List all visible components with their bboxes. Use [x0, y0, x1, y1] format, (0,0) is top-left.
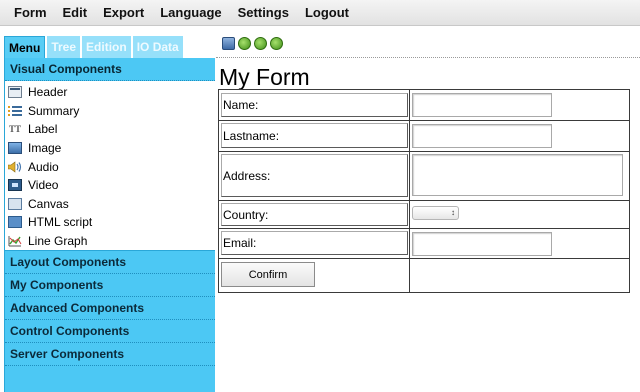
tab-tree[interactable]: Tree	[47, 36, 81, 58]
name-label: Name:	[221, 93, 408, 117]
component-label: Canvas	[28, 196, 69, 211]
left-panel-tabs: Menu Tree Edition IO Data	[4, 36, 185, 58]
image-icon	[8, 142, 22, 155]
email-label: Email:	[221, 231, 408, 255]
form-canvas: Name: Lastname: Address: Country: ↕ Emai…	[218, 89, 630, 293]
address-label: Address:	[221, 154, 408, 197]
row-divider	[219, 151, 629, 152]
component-audio[interactable]: Audio	[7, 157, 215, 176]
row-divider	[219, 258, 629, 259]
toolbar-divider	[216, 57, 640, 58]
section-server-components[interactable]: Server Components	[5, 343, 215, 367]
form-title: My Form	[219, 64, 310, 90]
component-label: Summary	[28, 103, 80, 118]
lastname-label: Lastname:	[221, 123, 408, 148]
component-image[interactable]: Image	[8, 139, 215, 158]
name-field[interactable]	[412, 93, 552, 117]
menu-export[interactable]: Export	[95, 0, 152, 26]
menu-form[interactable]: Form	[6, 0, 55, 26]
redo-icon[interactable]	[270, 37, 283, 50]
component-label: Audio	[28, 159, 59, 174]
row-divider	[219, 228, 629, 229]
section-my-components[interactable]: My Components	[5, 274, 215, 298]
tab-edition[interactable]: Edition	[82, 36, 131, 58]
tab-io-data[interactable]: IO Data	[132, 36, 183, 58]
component-canvas[interactable]: Canvas	[8, 195, 215, 214]
component-html-script[interactable]: HTML script	[8, 213, 215, 232]
component-label: Image	[28, 141, 62, 156]
section-layout-components[interactable]: Layout Components	[5, 251, 215, 275]
canvas-icon	[8, 197, 22, 210]
row-divider	[219, 200, 629, 201]
component-label: Line Graph	[28, 234, 88, 249]
component-line-graph[interactable]: Line Graph	[8, 232, 215, 251]
component-label: Header	[28, 85, 68, 100]
email-field[interactable]	[412, 232, 552, 256]
menu-language[interactable]: Language	[152, 0, 229, 26]
component-label: Video	[28, 178, 59, 193]
undo-icon[interactable]	[254, 37, 267, 50]
lastname-field[interactable]	[412, 124, 552, 148]
components-panel: Visual Components Header Summary TT Labe…	[4, 58, 215, 392]
row-divider	[219, 120, 629, 121]
component-header[interactable]: Header	[8, 83, 215, 102]
menu-bar: Form Edit Export Language Settings Logou…	[0, 0, 640, 26]
video-icon	[8, 179, 22, 192]
html-script-icon	[8, 216, 22, 229]
component-label-text: Label	[28, 122, 58, 137]
component-video[interactable]: Video	[8, 176, 215, 195]
visual-components-list: Header Summary TT Label Image Audio Vide…	[5, 81, 215, 252]
component-label[interactable]: TT Label	[8, 120, 215, 139]
menu-edit[interactable]: Edit	[55, 0, 96, 26]
section-visual-components[interactable]: Visual Components	[5, 58, 215, 81]
menu-settings[interactable]: Settings	[230, 0, 297, 26]
section-control-components[interactable]: Control Components	[5, 320, 215, 344]
component-label: HTML script	[28, 215, 93, 230]
section-advanced-components[interactable]: Advanced Components	[5, 297, 215, 321]
refresh-icon[interactable]	[238, 37, 251, 50]
confirm-button[interactable]: Confirm	[221, 262, 315, 287]
save-icon[interactable]	[222, 37, 235, 50]
audio-icon	[7, 161, 22, 173]
menu-logout[interactable]: Logout	[297, 0, 357, 26]
component-summary[interactable]: Summary	[8, 102, 215, 121]
summary-icon	[8, 105, 22, 117]
tab-menu[interactable]: Menu	[4, 36, 46, 58]
country-select[interactable]: ↕	[412, 206, 459, 220]
toolbar	[222, 37, 283, 50]
address-field[interactable]	[412, 154, 623, 196]
label-icon: TT	[8, 124, 21, 135]
header-icon	[8, 86, 22, 99]
country-label: Country:	[221, 203, 408, 226]
line-graph-icon	[8, 235, 22, 247]
